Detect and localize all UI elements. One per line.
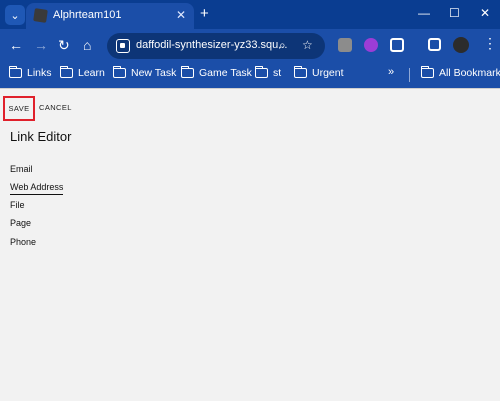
home-button[interactable]: ⌂: [83, 37, 91, 53]
browser-chrome: ⌄ Alphrteam101 ✕ + — ☐ ✕ ← → ↻ ⌂ daffodi…: [0, 0, 500, 88]
tab-strip: ⌄ Alphrteam101 ✕ + — ☐ ✕: [0, 0, 500, 29]
site-favicon-icon: [33, 8, 48, 23]
minimize-button[interactable]: —: [418, 6, 430, 20]
bookmark-folder[interactable]: Links: [9, 66, 52, 79]
bookmark-star-icon[interactable]: ☆: [302, 38, 313, 52]
browser-toolbar: ← → ↻ ⌂ daffodil-synthesizer-yz33.squ...…: [0, 29, 500, 62]
link-type-web-address[interactable]: Web Address: [10, 182, 64, 195]
profile-avatar[interactable]: [453, 37, 469, 53]
active-tab[interactable]: Alphrteam101 ✕: [26, 3, 194, 29]
tab-search-button[interactable]: ⌄: [5, 5, 25, 25]
folder-icon: [294, 66, 307, 78]
back-button[interactable]: ←: [9, 37, 23, 53]
all-bookmarks-button[interactable]: All Bookmarks: [421, 66, 500, 79]
forward-button[interactable]: →: [34, 37, 48, 53]
reload-button[interactable]: ↻: [58, 37, 70, 54]
folder-icon: [113, 66, 126, 78]
folder-icon: [181, 66, 194, 78]
site-info-icon[interactable]: [116, 39, 130, 53]
bookmark-folder[interactable]: Urgent: [294, 66, 344, 79]
folder-icon: [9, 66, 22, 78]
extensions-puzzle-icon[interactable]: [390, 38, 404, 52]
zoom-icon[interactable]: ⌕: [279, 38, 286, 53]
more-bookmarks-icon[interactable]: »: [388, 66, 394, 78]
link-editor-panel: SAVE CANCEL Link Editor Email Web Addres…: [0, 88, 500, 401]
url-text: daffodil-synthesizer-yz33.squ...: [136, 39, 288, 51]
tab-title: Alphrteam101: [53, 9, 122, 21]
save-button[interactable]: SAVE: [3, 96, 35, 121]
link-type-page[interactable]: Page: [10, 218, 31, 228]
link-type-email[interactable]: Email: [10, 164, 33, 174]
folder-icon: [421, 66, 434, 78]
bookmark-folder[interactable]: st: [255, 66, 281, 79]
page-title: Link Editor: [10, 129, 72, 144]
link-type-file[interactable]: File: [10, 200, 25, 210]
cancel-button[interactable]: CANCEL: [39, 103, 72, 112]
side-panel-icon[interactable]: [428, 38, 441, 51]
address-bar[interactable]: daffodil-synthesizer-yz33.squ... ⌕ ☆: [107, 33, 325, 59]
bookmarks-divider: [409, 68, 410, 82]
extension-icon[interactable]: [364, 38, 378, 52]
bookmark-folder[interactable]: Game Task: [181, 66, 252, 79]
link-type-phone[interactable]: Phone: [10, 237, 36, 247]
bookmark-folder[interactable]: Learn: [60, 66, 105, 79]
bookmarks-bar: Links Learn New Task Game Task st Urgent…: [0, 62, 500, 88]
extension-icon[interactable]: [338, 38, 352, 52]
folder-icon: [60, 66, 73, 78]
maximize-button[interactable]: ☐: [449, 6, 460, 20]
tab-close-icon[interactable]: ✕: [176, 8, 186, 22]
new-tab-button[interactable]: +: [200, 5, 209, 22]
folder-icon: [255, 66, 268, 78]
more-menu-icon[interactable]: ⋮: [483, 35, 497, 52]
bookmark-folder[interactable]: New Task: [113, 66, 176, 79]
chevron-down-icon: ⌄: [10, 9, 20, 22]
close-window-button[interactable]: ✕: [480, 6, 490, 20]
